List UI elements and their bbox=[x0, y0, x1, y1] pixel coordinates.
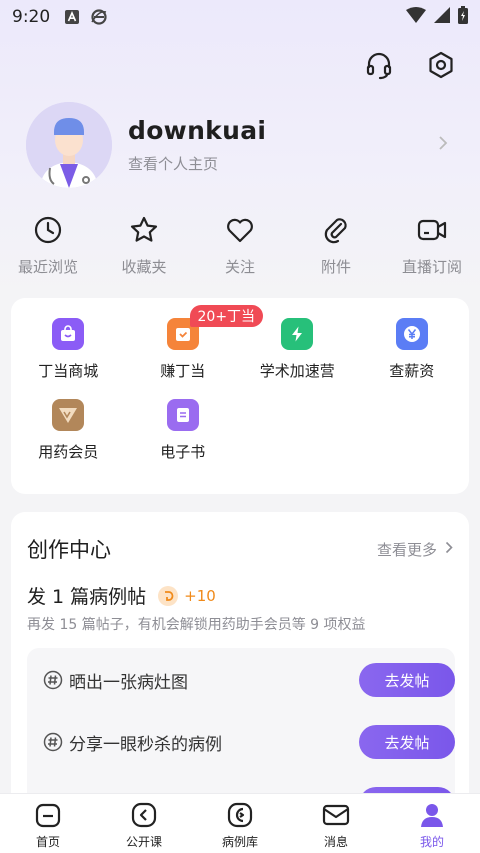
home-icon bbox=[33, 800, 63, 830]
service-label: 用药会员 bbox=[38, 443, 99, 461]
tab-open-course[interactable]: 公开课 bbox=[96, 794, 192, 853]
bottom-tab-bar: 首页 公开课 病例库 消息 我的 bbox=[0, 793, 480, 853]
service-ebook[interactable]: 电子书 bbox=[126, 399, 241, 462]
tab-label: 首页 bbox=[35, 835, 60, 849]
profile-subtitle: 查看个人主页 bbox=[128, 155, 219, 173]
quick-link-live[interactable]: 直播订阅 bbox=[384, 212, 480, 277]
list-item: 晒出一张病灶图 去发帖 bbox=[27, 660, 455, 700]
tab-messages[interactable]: 消息 bbox=[288, 794, 384, 853]
clock-icon bbox=[33, 212, 63, 248]
coin-icon bbox=[158, 585, 179, 606]
tab-home[interactable]: 首页 bbox=[0, 794, 96, 853]
quick-link-label: 附件 bbox=[320, 258, 351, 276]
video-icon bbox=[416, 212, 448, 248]
header-actions bbox=[362, 48, 458, 82]
service-label: 丁当商城 bbox=[38, 362, 99, 380]
headset-icon[interactable] bbox=[362, 48, 396, 82]
quick-link-follow[interactable]: 关注 bbox=[192, 212, 288, 277]
quick-link-favorites[interactable]: 收藏夹 bbox=[96, 212, 192, 277]
quick-link-label: 关注 bbox=[224, 258, 255, 276]
tab-me[interactable]: 我的 bbox=[384, 794, 480, 853]
service-label: 赚丁当 bbox=[160, 362, 206, 380]
hashtag-icon bbox=[43, 732, 63, 752]
quick-link-label: 最近浏览 bbox=[17, 258, 78, 276]
view-more-label: 查看更多 bbox=[376, 540, 437, 559]
service-salary[interactable]: 查薪资 bbox=[355, 318, 470, 381]
list-item: 分享一眼秒杀的病例 去发帖 bbox=[27, 722, 455, 762]
play-icon bbox=[129, 800, 159, 830]
star-icon bbox=[129, 212, 159, 248]
hashtag-icon bbox=[43, 670, 63, 690]
quick-link-recent[interactable]: 最近浏览 bbox=[0, 212, 96, 277]
tab-case-library[interactable]: 病例库 bbox=[192, 794, 288, 853]
tab-label: 我的 bbox=[419, 835, 444, 849]
settings-hex-icon[interactable] bbox=[424, 48, 458, 82]
tab-label: 公开课 bbox=[125, 835, 162, 849]
battery-icon bbox=[458, 5, 468, 29]
quick-links: 最近浏览 收藏夹 关注 附件 直播订阅 bbox=[0, 212, 480, 277]
services-card: 丁当商城 20+丁当 赚丁当 学术加速营 查薪资 用药会员 电子书 bbox=[11, 298, 469, 494]
creation-center-card: 创作中心 查看更多 发 1 篇病例帖 +10 再发 15 篇帖子，有机会解锁用药… bbox=[11, 512, 469, 818]
tab-label: 病例库 bbox=[221, 835, 258, 849]
go-post-button[interactable]: 去发帖 bbox=[359, 725, 455, 759]
service-label: 电子书 bbox=[160, 443, 206, 461]
quick-link-label: 收藏夹 bbox=[121, 258, 167, 276]
chevron-right-icon bbox=[445, 540, 453, 558]
quick-link-label: 直播订阅 bbox=[401, 258, 462, 276]
service-earn[interactable]: 20+丁当 赚丁当 bbox=[126, 305, 264, 381]
topic-label: 晒出一张病灶图 bbox=[69, 672, 188, 693]
signal-icon bbox=[434, 6, 450, 28]
yen-icon bbox=[395, 318, 428, 350]
chevron-right-icon bbox=[438, 135, 448, 155]
section-title: 创作中心 bbox=[27, 538, 111, 562]
view-more-link[interactable]: 查看更多 bbox=[377, 539, 453, 560]
heart-icon bbox=[225, 212, 255, 248]
task-points: +10 bbox=[184, 586, 216, 605]
service-drug-vip[interactable]: 用药会员 bbox=[11, 399, 126, 462]
bag-icon bbox=[52, 318, 85, 350]
vip-icon bbox=[52, 399, 85, 431]
case-library-icon bbox=[225, 800, 255, 830]
mail-icon bbox=[321, 800, 351, 830]
tab-label: 消息 bbox=[323, 835, 348, 849]
quick-link-attachments[interactable]: 附件 bbox=[288, 212, 384, 277]
task-row: 发 1 篇病例帖 +10 bbox=[27, 582, 216, 609]
ebook-icon bbox=[166, 399, 199, 431]
paperclip-icon bbox=[321, 212, 351, 248]
wifi-icon bbox=[406, 6, 426, 28]
task-hint: 再发 15 篇帖子，有机会解锁用药助手会员等 9 项权益 bbox=[27, 617, 366, 633]
browser-e-icon bbox=[90, 8, 108, 26]
status-time: 9:20 bbox=[12, 7, 51, 27]
status-bar: 9:20 bbox=[0, 0, 480, 34]
go-post-button[interactable]: 去发帖 bbox=[359, 663, 455, 697]
a-icon bbox=[64, 9, 80, 25]
username: downkuai bbox=[128, 116, 267, 145]
task-title: 发 1 篇病例帖 bbox=[27, 586, 147, 608]
topic-label: 分享一眼秒杀的病例 bbox=[69, 734, 222, 755]
service-academy[interactable]: 学术加速营 bbox=[240, 318, 355, 381]
service-label: 查薪资 bbox=[389, 362, 435, 380]
profile-header[interactable]: downkuai 查看个人主页 bbox=[26, 101, 456, 189]
service-shop[interactable]: 丁当商城 bbox=[11, 318, 126, 381]
user-icon bbox=[417, 800, 447, 830]
lightning-icon bbox=[281, 318, 314, 350]
service-label: 学术加速营 bbox=[259, 362, 335, 380]
avatar[interactable] bbox=[26, 102, 112, 188]
